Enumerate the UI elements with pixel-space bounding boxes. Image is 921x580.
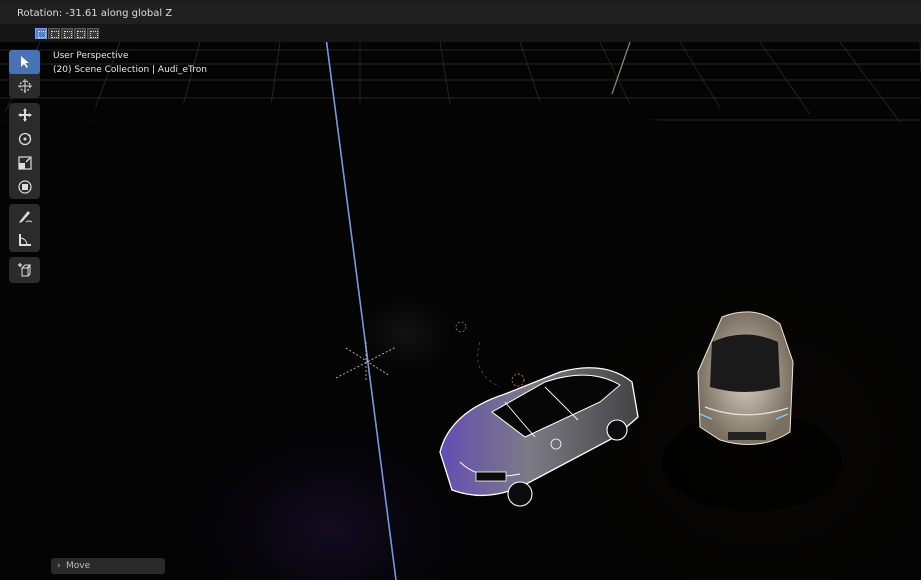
select-intersect-mode-icon[interactable]: [87, 28, 99, 39]
transform-tool-icon[interactable]: [9, 175, 40, 199]
move-tool-icon[interactable]: [9, 103, 40, 127]
tool-group-select: [9, 50, 40, 98]
rotate-tool-icon[interactable]: [9, 127, 40, 151]
tool-group-add: [9, 257, 40, 283]
3d-viewport[interactable]: User Perspective (20) Scene Collection |…: [0, 42, 921, 580]
annotate-tool-icon[interactable]: [9, 204, 40, 228]
chevron-right-icon: ›: [57, 561, 61, 571]
last-operator-panel[interactable]: › Move: [51, 558, 165, 574]
tool-group-transform: [9, 103, 40, 199]
select-extend-mode-icon[interactable]: [48, 28, 60, 39]
scale-tool-icon[interactable]: [9, 151, 40, 175]
last-operator-label: Move: [66, 561, 91, 571]
tool-group-annotate: [9, 204, 40, 252]
select-new-mode-icon[interactable]: [35, 28, 47, 39]
collection-label: (20) Scene Collection | Audi_eTron: [53, 65, 207, 75]
selection-mode-row: [0, 25, 921, 42]
cursor-tool-icon[interactable]: [9, 74, 40, 98]
select-subtract-mode-icon[interactable]: [61, 28, 73, 39]
select-box-tool-icon[interactable]: [9, 50, 40, 74]
perspective-label: User Perspective: [53, 51, 129, 61]
viewport-info-overlay: User Perspective (20) Scene Collection |…: [53, 49, 207, 77]
operator-status-bar: Rotation: -31.61 along global Z: [0, 4, 921, 25]
select-invert-mode-icon[interactable]: [74, 28, 86, 39]
viewport-scene: [0, 42, 921, 580]
add-cube-tool-icon[interactable]: [9, 258, 40, 282]
measure-tool-icon[interactable]: [9, 228, 40, 252]
rotation-status-text: Rotation: -31.61 along global Z: [17, 8, 173, 19]
